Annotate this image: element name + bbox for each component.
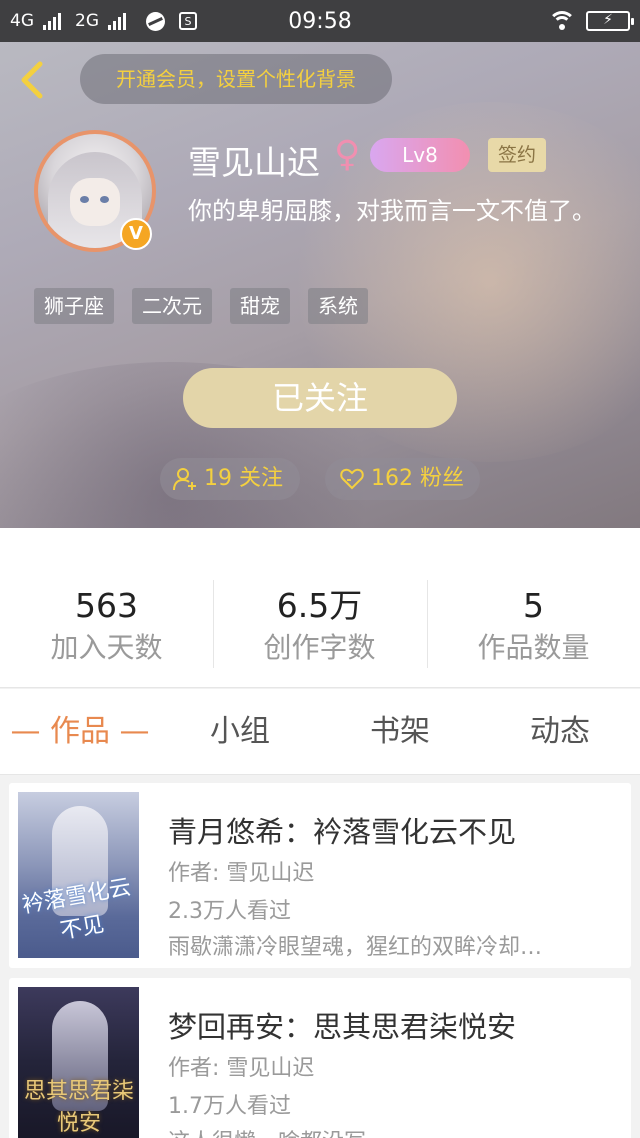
tab-bookshelf[interactable]: 书架	[320, 689, 480, 775]
book-item[interactable]: 衿落雪化云不见 青月悠希：衿落雪化云不见 作者: 雪见山迟 2.3万人看过 雨歇…	[9, 783, 631, 968]
followed-button[interactable]: 已关注	[183, 368, 457, 428]
vip-background-tip[interactable]: 开通会员，设置个性化背景	[80, 54, 392, 104]
chevron-left-icon	[21, 61, 43, 99]
wifi-icon	[548, 11, 576, 31]
verified-badge-icon: V	[120, 218, 152, 250]
tab-groups[interactable]: 小组	[160, 689, 320, 775]
stat-label: 作品数量	[477, 631, 590, 664]
tab-works[interactable]: — 作品 —	[0, 689, 160, 775]
book-views: 1.7万人看过	[168, 1094, 291, 1119]
tag-item[interactable]: 二次元	[132, 288, 212, 324]
stat-value: 6.5万	[276, 586, 363, 625]
author-stats: 563 加入天数 6.5万 创作字数 5 作品数量	[0, 528, 640, 688]
stat-label: 创作字数	[263, 631, 376, 664]
cover-title: 思其思君柒悦安	[24, 1079, 135, 1136]
active-tab-marker: —	[119, 714, 150, 749]
heart-icon	[340, 468, 364, 490]
fans-count-button[interactable]: 162 粉丝	[325, 458, 480, 500]
cover-title: 衿落雪化云不见	[20, 874, 134, 945]
signed-author-badge: 签约	[488, 138, 546, 172]
book-title: 青月悠希：衿落雪化云不见	[168, 815, 517, 849]
book-item[interactable]: 思其思君柒悦安 梦回再安：思其思君柒悦安 作者: 雪见山迟 1.7万人看过 这人…	[9, 978, 631, 1138]
stat-label: 加入天数	[50, 631, 163, 664]
stat-value: 5	[523, 586, 544, 625]
username: 雪见山迟	[188, 143, 320, 182]
profile-header: 开通会员，设置个性化背景 V 雪见山迟 ♀ Lv8 签约 你的卑躬屈膝，对我而言…	[0, 42, 640, 528]
book-cover: 衿落雪化云不见	[18, 792, 139, 958]
following-count-button[interactable]: 19 关注	[160, 458, 300, 500]
add-user-icon	[173, 468, 196, 491]
tag-item[interactable]: 系统	[308, 288, 368, 324]
book-description: 这人很懒，啥都没写	[168, 1124, 598, 1138]
book-title: 梦回再安：思其思君柒悦安	[168, 1010, 517, 1044]
following-count: 19 关注	[204, 466, 283, 491]
fans-count: 162 粉丝	[371, 466, 464, 491]
book-author: 作者: 雪见山迟	[168, 1056, 315, 1081]
book-cover: 思其思君柒悦安	[18, 987, 139, 1138]
tag-item[interactable]: 甜宠	[230, 288, 290, 324]
user-tags: 狮子座 二次元 甜宠 系统	[34, 288, 368, 324]
status-bar: 4G 2G S 09:58 ⚡	[0, 0, 640, 42]
book-description: 雨歇潇潇冷眼望魂，猩红的双眸冷却…	[168, 935, 543, 960]
level-badge: Lv8	[370, 138, 470, 172]
stat-value: 563	[75, 586, 138, 625]
active-tab-marker: —	[10, 714, 41, 749]
tab-activity[interactable]: 动态	[480, 689, 640, 775]
book-author: 作者: 雪见山迟	[168, 861, 315, 886]
clock: 09:58	[288, 9, 352, 34]
profile-tabs: — 作品 — 小组 书架 动态	[0, 689, 640, 775]
stat-words-written: 6.5万 创作字数	[213, 586, 426, 670]
stat-days-joined: 563 加入天数	[0, 586, 213, 670]
stat-works-count: 5 作品数量	[427, 586, 640, 670]
tag-item[interactable]: 狮子座	[34, 288, 114, 324]
female-gender-icon: ♀	[334, 134, 361, 175]
battery-icon: ⚡	[586, 11, 634, 31]
tab-label: 作品	[50, 714, 110, 749]
back-button[interactable]	[14, 60, 54, 100]
book-views: 2.3万人看过	[168, 899, 291, 924]
user-bio: 你的卑躬屈膝，对我而言一文不值了。	[188, 197, 596, 225]
